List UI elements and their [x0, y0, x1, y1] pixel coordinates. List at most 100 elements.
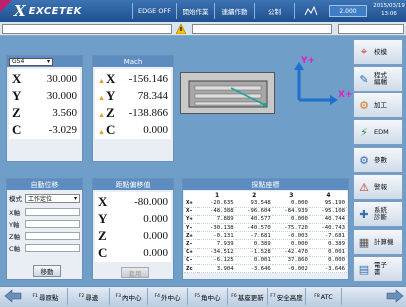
sidebar-item-label: 系統 診斷 — [374, 206, 387, 221]
back-arrow-icon[interactable] — [4, 289, 22, 303]
panel-title: 距點偏移值 — [93, 179, 173, 190]
axis-label: Y — [12, 88, 21, 104]
axis-label: ▲X — [98, 71, 115, 87]
mode-dropdown[interactable]: 工作定位 ▾ — [25, 193, 80, 203]
axis-name: Z — [98, 227, 107, 243]
tool-illustration — [180, 72, 275, 114]
key-number: F2 — [78, 294, 85, 299]
sidebar-item-3[interactable]: ⚡ EDM — [353, 119, 403, 145]
axis-row: ▲Y 78.344 — [98, 87, 168, 104]
table-cell: 7.939 — [198, 239, 236, 249]
function-key-f2[interactable]: F2 尋邊 — [68, 288, 110, 305]
sidebar-item-4[interactable]: ⚙ 參數 — [353, 147, 403, 173]
tab-continuous-run[interactable]: 連續作動 — [214, 3, 254, 19]
panel-header: G54 ▾ — [7, 56, 82, 67]
axis-input[interactable] — [25, 244, 80, 252]
key-label: 安全高度 — [276, 293, 303, 302]
logo-mark: X — [14, 2, 26, 20]
table-header-row: 1 2 3 4 — [184, 191, 347, 199]
table-cell: -0.003 — [272, 231, 310, 241]
axis-input[interactable] — [25, 220, 80, 228]
axis-input-row: C軸 — [9, 242, 80, 254]
sidebar-item-2[interactable]: ⚙ 加工 — [353, 92, 403, 118]
y-plus-label: Y+ — [301, 56, 316, 66]
function-key-f1[interactable]: F1 尋原點 — [24, 288, 68, 305]
forward-arrow-icon[interactable] — [386, 289, 404, 303]
table-row: Y+ 7.889 40.577 0.000 40.744 — [184, 215, 347, 225]
probe-icon: ⌖ — [360, 45, 368, 58]
axis-input-row: X軸 — [9, 206, 80, 218]
table-row: C- -6.125 0.001 37.860 0.000 — [184, 256, 347, 266]
table-row: X- -48.388 -96.604 -84.939 -95.108 — [184, 207, 347, 216]
table-cell: 40.744 — [309, 215, 347, 225]
table-cell: -34.512 — [198, 248, 236, 257]
function-key-f3[interactable]: F3 內中心 — [110, 288, 148, 305]
dropdown-value: G54 — [12, 58, 25, 65]
sidebar-item-8[interactable]: ▤ 電子 書 — [353, 256, 403, 282]
axis-input-label: C軸 — [9, 245, 21, 253]
function-key-f7[interactable]: F7 安全高度 — [268, 288, 306, 305]
axis-label: ▲Z — [98, 105, 115, 121]
sidebar-item-5[interactable]: ⚠ 警報 — [353, 174, 403, 200]
function-key-f5[interactable]: F5 角中心 — [188, 288, 228, 305]
axis-row: X 30.000 — [12, 70, 77, 87]
table-cell: 3.904 — [198, 264, 236, 274]
parameter-icon: ⚙ — [359, 153, 369, 167]
axis-value: 3.560 — [52, 106, 77, 119]
coordinate-system-dropdown[interactable]: G54 ▾ — [9, 57, 53, 66]
row-label: X- — [184, 207, 199, 216]
table-cell: -1.528 — [235, 248, 273, 257]
axis-value: -156.146 — [128, 72, 168, 85]
sidebar-item-6[interactable]: ✚ 系統 診斷 — [353, 201, 403, 227]
axis-input[interactable] — [25, 208, 80, 216]
x-plus-label: X+ — [338, 90, 353, 100]
offset-panel: 距點偏移值 X -80.000 Y 0.000 Z 0.000 C 0.000 套用 — [92, 178, 174, 280]
table-cell: 0.001 — [235, 256, 273, 266]
table-cell: 0.000 — [272, 215, 310, 225]
table-row: Zc 3.904 -3.646 -0.002 -3.646 — [184, 264, 347, 274]
axis-value: 0.000 — [143, 123, 168, 136]
table-row: Z- 7.939 0.389 0.000 0.389 — [184, 239, 347, 249]
axis-row: Y 30.000 — [12, 87, 77, 104]
axis-input[interactable] — [25, 232, 80, 240]
sidebar-item-7[interactable]: ▦ 計算機 — [353, 229, 403, 255]
axis-row: ▲X -156.146 — [98, 70, 168, 87]
column-header: 2 — [252, 191, 257, 199]
axis-row: Z 0.000 — [98, 227, 168, 244]
arrow-up-icon: ▲ — [98, 110, 105, 119]
function-key-f8[interactable]: F8 ATC — [306, 288, 342, 305]
axis-label: Y — [98, 211, 107, 227]
table-cell: 0.000 — [309, 256, 347, 266]
axis-value: -3.029 — [48, 123, 77, 136]
function-key-f4[interactable]: F4 外中心 — [148, 288, 188, 305]
mode-row: 模式 工作定位 ▾ — [9, 193, 80, 203]
app-logo: X EXCETEK — [0, 0, 110, 22]
table-cell: -7.681 — [309, 231, 347, 241]
row-label: Z- — [184, 239, 199, 249]
apply-button[interactable]: 套用 — [121, 267, 149, 278]
function-key-f6[interactable]: F6 基座更新 — [228, 288, 268, 305]
tab-metric[interactable]: 公制 — [254, 3, 294, 19]
axis-row: Y 0.000 — [98, 210, 168, 227]
table-cell: -6.125 — [198, 256, 236, 266]
move-button[interactable]: 移動 — [33, 265, 61, 277]
tab-edge-off[interactable]: EDGE OFF — [132, 3, 176, 19]
auto-position-panel: 自動位移 模式 工作定位 ▾ X軸 Y軸 Z軸 C軸 移動 — [6, 178, 83, 280]
sidebar-item-0[interactable]: ⌖ 校模 — [353, 39, 403, 65]
arrow-up-icon: ▲ — [98, 76, 105, 85]
sidebar-item-label: 警報 — [374, 182, 387, 191]
message-field[interactable] — [2, 24, 172, 34]
axis-name: Z — [105, 104, 115, 120]
logo-text: EXCETEK — [28, 5, 82, 17]
sidebar-item-label: 校模 — [374, 47, 387, 56]
table-cell: 0.389 — [309, 239, 347, 249]
axis-label: C — [98, 245, 107, 261]
key-label: ATC — [320, 292, 333, 301]
axis-label: ▲C — [98, 122, 115, 138]
tab-start-operation[interactable]: 開始作業 — [176, 3, 214, 19]
sidebar-item-label: 參數 — [374, 155, 387, 164]
warning-icon — [175, 23, 187, 35]
status-field — [338, 24, 404, 34]
sidebar-item-1[interactable]: ✎ 程式 編輯 — [353, 66, 403, 92]
alarm-message-field[interactable] — [192, 24, 332, 34]
